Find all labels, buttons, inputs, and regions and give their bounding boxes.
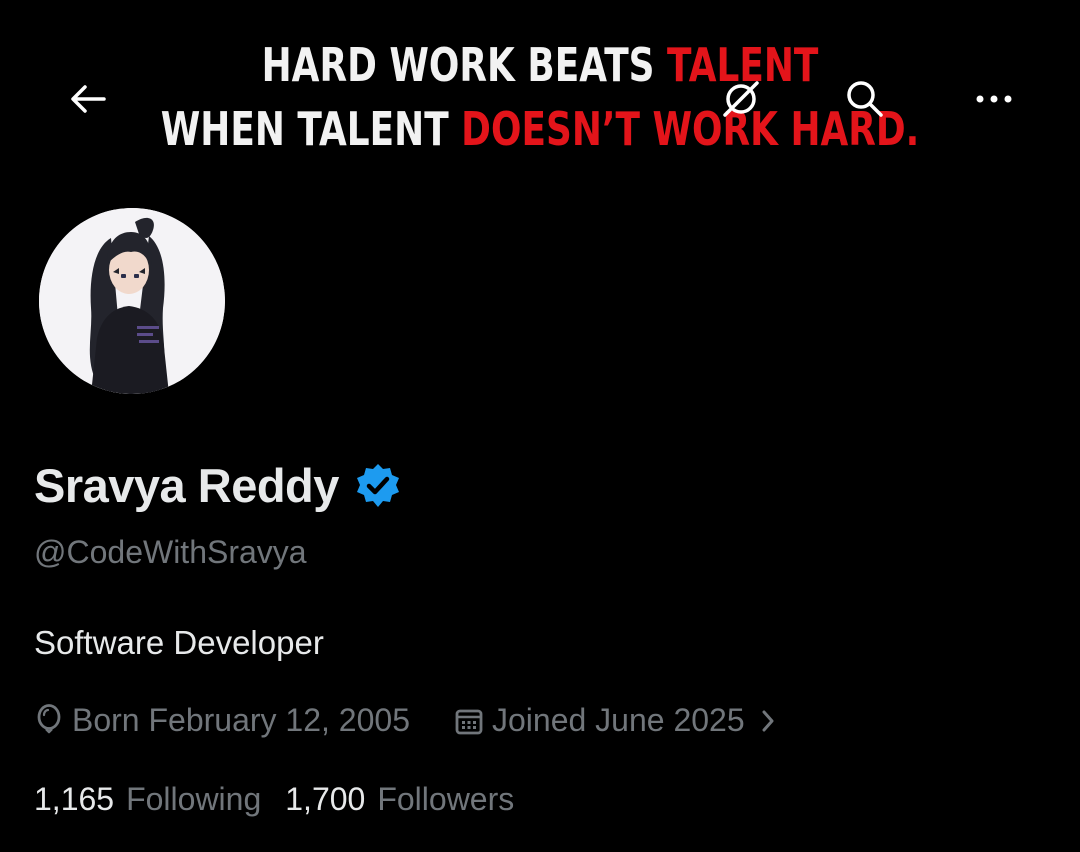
avatar-image <box>39 208 225 394</box>
avatar-illustration <box>39 208 225 394</box>
followers-count: 1,700 <box>285 781 366 817</box>
birthday-text: Born February 12, 2005 <box>72 702 410 738</box>
banner-line-2: WHEN TALENT DOESN’T WORK HARD. <box>119 106 961 152</box>
back-button[interactable] <box>62 76 114 122</box>
crossed-circle-icon <box>723 81 759 117</box>
more-horizontal-icon <box>976 95 1012 103</box>
followers-label: Followers <box>377 781 515 817</box>
avatar[interactable] <box>34 203 230 399</box>
following-count: 1,165 <box>34 781 115 817</box>
user-handle: @CodeWithSravya <box>34 534 307 570</box>
following-link[interactable]: 1,165 Following <box>34 781 261 818</box>
banner-line-1: HARD WORK BEATS TALENT <box>119 42 961 88</box>
verified-badge-icon[interactable] <box>353 461 403 511</box>
balloon-icon <box>34 703 64 739</box>
follow-stats: 1,165 Following 1,700 Followers <box>34 781 514 818</box>
joined-item[interactable]: Joined June 2025 <box>454 702 777 739</box>
offline-button[interactable] <box>716 74 766 124</box>
joined-text: Joined June 2025 <box>491 702 745 738</box>
search-button[interactable] <box>840 74 890 124</box>
profile-banner[interactable]: HARD WORK BEATS TALENT WHEN TALENT DOESN… <box>0 0 1080 190</box>
chevron-right-icon <box>759 708 777 734</box>
search-icon <box>847 81 883 117</box>
arrow-left-icon <box>71 85 106 113</box>
more-button[interactable] <box>968 76 1020 122</box>
profile-name-row: Sravya Reddy <box>34 458 403 513</box>
display-name: Sravya Reddy <box>34 459 339 512</box>
profile-meta-row: Born February 12, 2005 Joined June 2025 <box>34 702 777 739</box>
calendar-icon <box>454 706 484 736</box>
birthday-item: Born February 12, 2005 <box>34 702 410 739</box>
followers-link[interactable]: 1,700 Followers <box>285 781 514 818</box>
following-label: Following <box>126 781 262 817</box>
banner-text-white-1: HARD WORK BEATS <box>261 38 668 92</box>
banner-text-white-2: WHEN TALENT <box>160 102 462 156</box>
profile-bio: Software Developer <box>34 624 324 661</box>
